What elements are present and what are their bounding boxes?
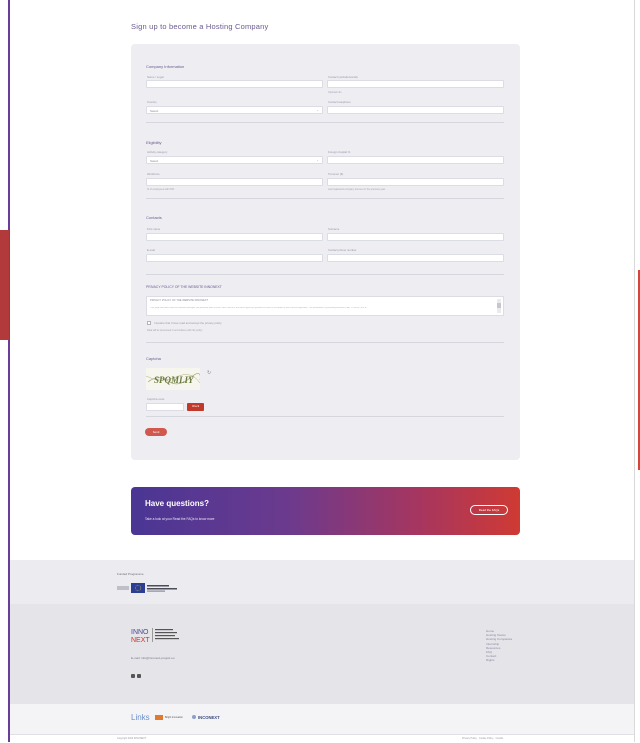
reload-icon[interactable]: ↻ [207,370,211,376]
eligibility-title: Eligibility [146,140,162,145]
footer-link[interactable]: Hosting Companies [486,637,512,641]
captcha-input-label: Captcha code [147,397,165,401]
partner-logo-inconext: INCONEXT [198,715,220,720]
section-divider [146,198,504,199]
country-label: Country [147,100,157,104]
captcha-code: SPQMLIY [154,375,195,385]
country-select-value: Select [150,108,159,113]
contact-web-label: Contact (website/social) [328,75,358,79]
submit-button[interactable]: Send [145,428,167,436]
page-title: Sign up to become a Hosting Company [131,22,269,31]
captcha-check-button[interactable]: Check [187,403,204,411]
chevron-down-icon: ⌄ [316,158,319,162]
privacy-accept-label: I declare that I have read and accept th… [154,321,222,325]
foreign-capital-input[interactable] [327,156,504,164]
workforce-hint: % of employees with PhD [147,188,175,191]
privacy-note: Data will be processed in accordance wit… [147,329,203,332]
left-edge-strip [0,230,9,340]
contacts-title: Contacts [146,215,162,220]
turnover-label: Turnover (€) [328,172,344,176]
privacy-policy-textarea[interactable]: PRIVACY POLICY OF THE WEBSITE INNONEXT T… [146,296,504,316]
name-input[interactable] [146,80,323,88]
footer-link[interactable]: Rights [486,658,512,662]
svg-text:INNO: INNO [131,629,149,636]
funding-title: Funded Programme [117,572,144,576]
funding-section [10,560,634,604]
activity-select-value: Select [150,158,159,163]
innonext-logo: INNO NEXT [131,628,179,643]
partner-logos: Links Bright Innovation INCONEXT [131,713,220,722]
facebook-icon[interactable] [131,674,135,678]
workforce-input[interactable] [146,178,323,186]
country-select[interactable]: Select ⌄ [146,106,323,114]
surname-label: Surname [328,227,340,231]
footer-email[interactable]: E-mail: info@innonext-project.eu [131,656,175,660]
foreign-capital-label: Foreign Capital % [328,150,351,154]
read-faqs-button[interactable]: Read the FAQs [470,505,508,515]
section-divider [146,274,504,275]
first-name-input[interactable] [146,233,323,241]
privacy-box-text: This page describes how the website mana… [150,307,368,309]
email-label: E-mail [147,248,155,252]
activity-label: Activity category [147,150,168,154]
contact-web-input[interactable] [327,80,504,88]
phone-input[interactable] [327,254,504,262]
telephone-input[interactable] [327,106,504,114]
section-divider [146,416,504,417]
workforce-label: Workforce [147,172,160,176]
section-divider [146,342,504,343]
captcha-title: Captcha [146,356,161,361]
turnover-input[interactable] [327,178,504,186]
copyright-text: Copyright 2024 INNONEXT [117,737,147,740]
turnover-hint: Last registered company turnover in the … [328,188,386,191]
partners-strip [10,704,634,734]
cta-subtitle: Take a look at your Read the FAQs to kno… [145,517,215,521]
footer [10,604,634,704]
cta-title: Have questions? [145,499,210,508]
phone-label: Contact phone number [328,248,357,252]
company-info-title: Company Information [146,64,185,69]
telephone-label: Contact telephone [328,100,351,104]
chevron-down-icon: ⌄ [316,108,319,112]
section-divider [146,122,504,123]
captcha-image: SPQMLIY [146,368,200,390]
svg-text:NEXT: NEXT [131,637,150,643]
first-name-label: First name [147,227,161,231]
captcha-input[interactable] [146,403,184,411]
name-label: Name / Legal [147,75,164,79]
privacy-scroll-thumb[interactable] [497,303,501,308]
partner-logo-links: Links [131,713,150,722]
legal-links[interactable]: Privacy Policy · Cookie Policy · Credits [462,737,503,740]
privacy-accept-checkbox[interactable] [147,321,151,325]
footer-links: Home Hosting Teams Hosting Companies Int… [486,629,512,663]
email-input[interactable] [146,254,323,262]
activity-select[interactable]: Select ⌄ [146,156,323,164]
linkedin-icon[interactable] [137,674,141,678]
surname-input[interactable] [327,233,504,241]
privacy-title: PRIVACY POLICY OF THE WEBSITE INNONEXT [146,285,222,289]
partner-logo-bright: Bright Innovation [165,716,184,719]
privacy-box-heading: PRIVACY POLICY OF THE WEBSITE INNONEXT [150,299,209,302]
contact-web-hint: Optional info [328,91,342,94]
eu-funding-logo [117,583,177,593]
questions-banner: Have questions? Take a look at your Read… [131,487,520,535]
